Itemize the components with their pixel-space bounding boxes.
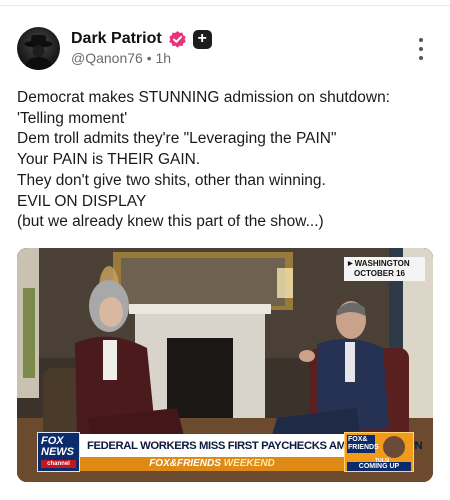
post-line: 'Telling moment' xyxy=(17,109,128,127)
post-text: Democrat makes STUNNING admission on shu… xyxy=(17,88,442,233)
author-meta: @Qanon76 • 1h xyxy=(71,50,171,66)
more-options-button[interactable] xyxy=(416,38,426,60)
promo-logo: FOX& FRIENDS xyxy=(347,435,379,453)
post-line: (but we already knew this part of the sh… xyxy=(17,213,324,231)
show-name: FOX&FRIENDS xyxy=(149,458,221,469)
post-line: Your PAIN is THEIR GAIN. xyxy=(17,151,201,169)
avatar[interactable] xyxy=(17,27,60,70)
more-vertical-icon xyxy=(419,38,423,42)
video-thumbnail[interactable]: ▶ WASHINGTON OCTOBER 16 FEDERAL WORKERS M… xyxy=(17,248,433,482)
news-headline: FEDERAL WORKERS MISS FIRST PAYCHECKS AMI… xyxy=(42,434,423,457)
post-line: EVIL ON DISPLAY xyxy=(17,192,147,210)
author-handle[interactable]: @Qanon76 xyxy=(71,50,143,66)
play-triangle-icon: ▶ xyxy=(348,261,353,267)
logo-line: NEWS xyxy=(41,446,74,458)
post-line: They don't give two shits, other than wi… xyxy=(17,171,326,189)
show-suffix: WEEKEND xyxy=(223,458,275,469)
location-city: WASHINGTON xyxy=(354,259,410,268)
meta-separator: • xyxy=(146,50,152,66)
plus-badge-icon: + xyxy=(192,29,212,49)
show-banner: FOX&FRIENDS WEEKEND xyxy=(80,457,344,471)
location-date: OCTOBER 16 xyxy=(354,269,405,278)
top-divider xyxy=(0,5,450,6)
verified-badge-icon xyxy=(168,30,186,48)
post-line: Dem troll admits they're "Leveraging the… xyxy=(17,130,337,148)
location-tag: ▶ WASHINGTON OCTOBER 16 xyxy=(344,257,425,281)
post-line: Democrat makes STUNNING admission on shu… xyxy=(17,89,390,106)
logo-channel: channel xyxy=(41,460,76,468)
fox-news-logo: FOX NEWS channel xyxy=(37,432,80,472)
author-name[interactable]: Dark Patriot xyxy=(71,30,162,48)
promo-label: COMING UP xyxy=(347,462,411,471)
author-row: Dark Patriot + xyxy=(71,29,212,49)
promo-guest-photo xyxy=(383,436,405,458)
post-time[interactable]: 1h xyxy=(156,50,172,66)
coming-up-promo: FOX& FRIENDS TULSI GABBARD COMING UP xyxy=(344,432,414,472)
